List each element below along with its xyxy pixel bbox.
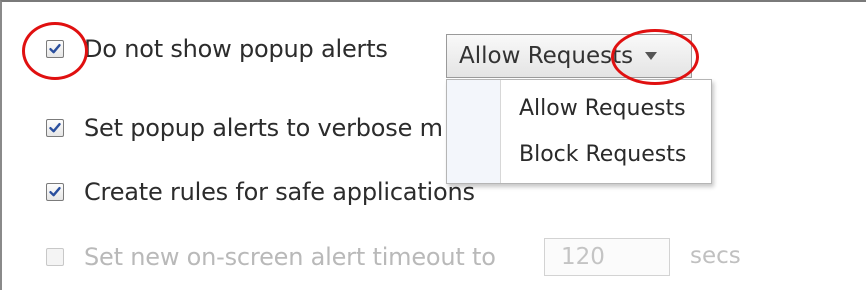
check-icon — [49, 187, 61, 197]
alert-timeout-label: Set new on-screen alert timeout to — [84, 243, 496, 271]
alert-timeout-checkbox[interactable] — [46, 248, 64, 266]
safe-app-rules-checkbox[interactable] — [46, 183, 64, 201]
popup-action-selected: Allow Requests — [459, 43, 634, 69]
safe-app-rules-label: Create rules for safe applications — [84, 178, 475, 206]
no-popup-alerts-label: Do not show popup alerts — [84, 35, 388, 63]
option-safe-app-rules[interactable]: Create rules for safe applications — [46, 174, 475, 210]
highlight-circle-checkbox — [22, 22, 88, 80]
timeout-value: 120 — [561, 244, 605, 270]
popup-action-menu: Allow Requests Block Requests — [446, 79, 712, 184]
timeout-unit-label: secs — [690, 243, 741, 269]
check-icon — [49, 123, 61, 133]
highlight-circle-dropdown-arrow — [611, 29, 699, 85]
option-no-popup-alerts[interactable]: Do not show popup alerts — [46, 31, 388, 67]
verbose-alerts-checkbox[interactable] — [46, 119, 64, 137]
option-verbose-alerts[interactable]: Set popup alerts to verbose m — [46, 110, 443, 146]
option-alert-timeout[interactable]: Set new on-screen alert timeout to — [46, 239, 496, 275]
menu-item-allow-requests[interactable]: Allow Requests — [519, 96, 686, 121]
settings-panel: Do not show popup alerts Set popup alert… — [0, 0, 866, 290]
menu-item-block-requests[interactable]: Block Requests — [519, 142, 686, 167]
verbose-alerts-label: Set popup alerts to verbose m — [84, 114, 443, 142]
timeout-input[interactable]: 120 — [544, 238, 670, 276]
